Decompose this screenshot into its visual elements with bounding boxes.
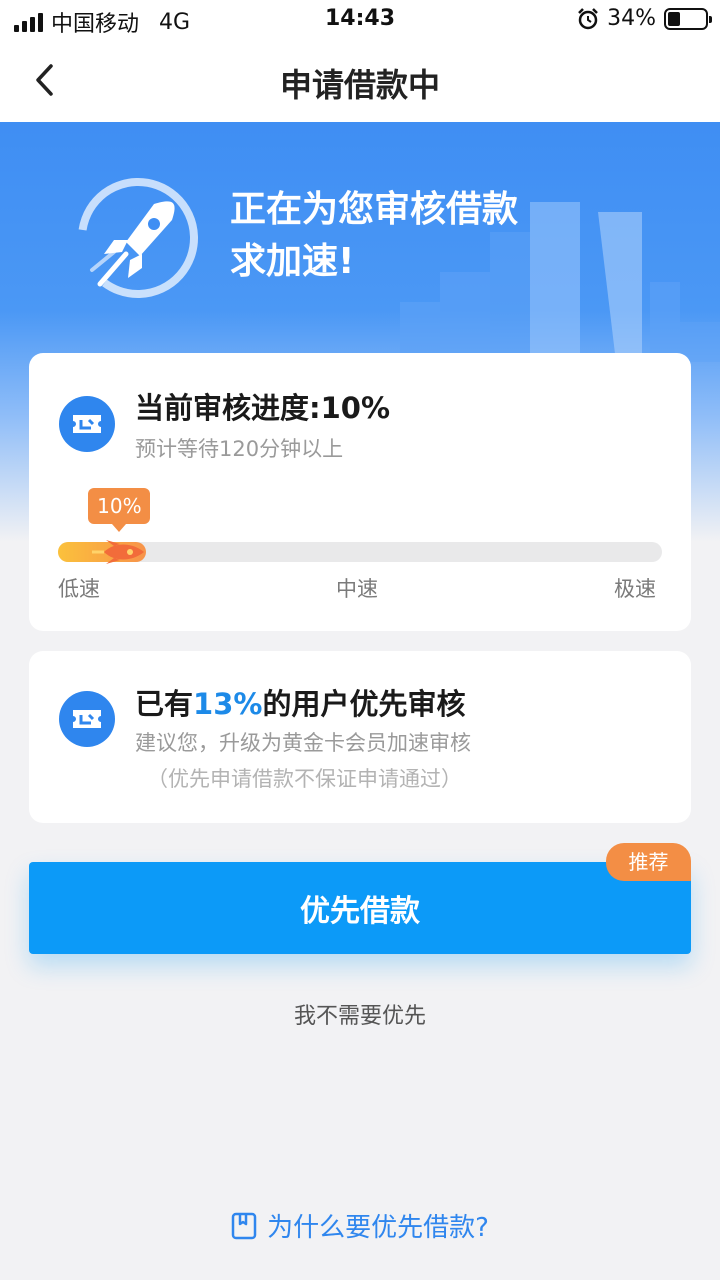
- progress-tooltip: 10%: [88, 488, 151, 532]
- hero-text: 正在为您审核借款 求加速!: [230, 184, 518, 288]
- status-bar: 中国移动 4G 14:43 34%: [0, 0, 720, 40]
- priority-disclaimer: （优先申请借款不保证申请通过）: [147, 767, 462, 791]
- priority-title-suffix: 的用户优先审核: [262, 687, 466, 721]
- progress-card: 当前审核进度:10% 预计等待120分钟以上 10% 低速 中速 极速: [29, 353, 691, 631]
- recommend-badge: 推荐: [606, 843, 691, 881]
- no-priority-link[interactable]: 我不需要优先: [0, 998, 720, 1030]
- book-icon: [231, 1212, 257, 1239]
- page-title: 申请借款中: [279, 66, 440, 104]
- priority-title-prefix: 已有: [135, 687, 194, 721]
- progress-subtitle: 预计等待120分钟以上: [135, 437, 344, 461]
- priority-card: 已有13%的用户优先审核 建议您，升级为黄金卡会员加速审核 （优先申请借款不保证…: [29, 651, 691, 823]
- progress-rocket-icon: [92, 540, 145, 564]
- hero-line-1: 正在为您审核借款: [230, 189, 519, 230]
- status-right: 34%: [577, 6, 712, 31]
- ticket-icon: [59, 396, 115, 452]
- battery-icon: [664, 7, 712, 30]
- why-priority-link[interactable]: 为什么要优先借款?: [0, 1207, 720, 1244]
- priority-loan-button[interactable]: 优先借款: [29, 862, 691, 954]
- priority-title: 已有13%的用户优先审核: [135, 681, 465, 723]
- progress-title: 当前审核进度:10%: [135, 391, 391, 425]
- alarm-icon: [578, 7, 598, 29]
- ticket-icon: [59, 691, 115, 747]
- speed-high-label: 极速: [614, 577, 656, 601]
- hero-line-2: 求加速!: [230, 241, 355, 282]
- progress-bar: [58, 540, 662, 564]
- priority-suggestion: 建议您，升级为黄金卡会员加速审核: [135, 731, 471, 755]
- why-priority-label: 为什么要优先借款?: [267, 1213, 489, 1243]
- priority-percent: 13%: [193, 687, 263, 721]
- speed-low-label: 低速: [58, 577, 100, 601]
- rocket-icon: [78, 178, 198, 298]
- nav-bar: 申请借款中: [0, 40, 720, 122]
- battery-percent: 34%: [607, 6, 656, 31]
- speed-mid-label: 中速: [336, 577, 378, 601]
